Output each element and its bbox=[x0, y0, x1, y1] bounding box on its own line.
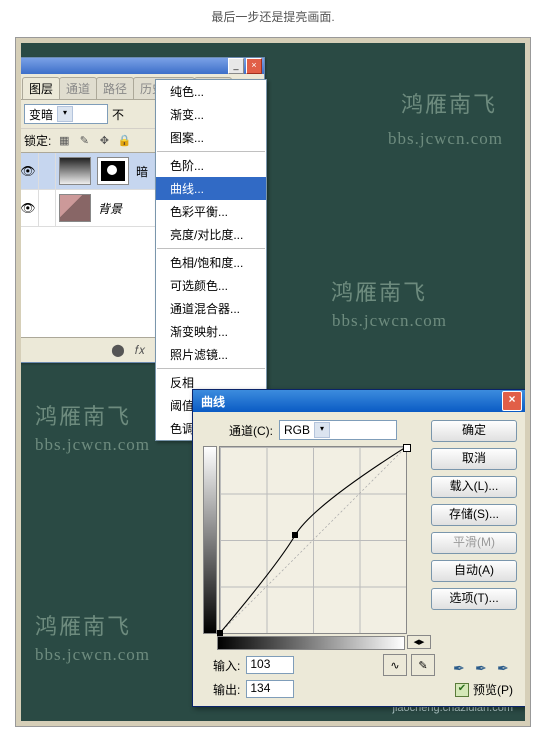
layer-thumb bbox=[59, 194, 91, 222]
pencil-tool-icon[interactable]: ✎ bbox=[411, 654, 435, 676]
white-dropper-icon[interactable]: ✒ bbox=[497, 660, 513, 676]
curve-tool-icon[interactable]: ∿ bbox=[383, 654, 407, 676]
layer-name[interactable]: 暗 bbox=[136, 163, 148, 180]
input-gradient bbox=[217, 636, 405, 650]
layer-mask-thumb bbox=[97, 157, 129, 185]
options-button[interactable]: 选项(T)... bbox=[431, 588, 517, 610]
lock-move-icon[interactable]: ✥ bbox=[97, 134, 111, 148]
close-button[interactable]: × bbox=[246, 58, 262, 74]
dialog-titlebar[interactable]: 曲线 × bbox=[193, 390, 525, 412]
output-label: 输出: bbox=[213, 681, 240, 698]
menu-item-selective[interactable]: 可选颜色... bbox=[156, 274, 266, 297]
menu-item-hue[interactable]: 色相/饱和度... bbox=[156, 251, 266, 274]
watermark-title: 鸿雁南飞 bbox=[35, 399, 131, 431]
visibility-icon[interactable]: 👁 bbox=[21, 153, 39, 189]
menu-item-levels[interactable]: 色阶... bbox=[156, 154, 266, 177]
dialog-title: 曲线 bbox=[201, 393, 225, 410]
save-button[interactable]: 存储(S)... bbox=[431, 504, 517, 526]
lock-all-icon[interactable]: 🔒 bbox=[117, 134, 131, 148]
watermark-url: bbs.jcwcn.com bbox=[35, 435, 150, 455]
chevron-down-icon: ▾ bbox=[314, 422, 330, 438]
menu-item-solid[interactable]: 纯色... bbox=[156, 80, 266, 103]
smooth-button: 平滑(M) bbox=[431, 532, 517, 554]
curve-point[interactable] bbox=[403, 444, 411, 452]
menu-item-brightness[interactable]: 亮度/对比度... bbox=[156, 223, 266, 246]
close-button[interactable]: × bbox=[502, 391, 522, 411]
panel-titlebar[interactable]: _ × bbox=[21, 58, 264, 74]
lock-brush-icon[interactable]: ✎ bbox=[77, 134, 91, 148]
opacity-label: 不 bbox=[112, 106, 124, 123]
tab-layers[interactable]: 图层 bbox=[22, 77, 60, 99]
fx-icon[interactable]: 𝑓𝑥 bbox=[132, 342, 148, 358]
minimize-button[interactable]: _ bbox=[228, 58, 244, 74]
curve-editor[interactable] bbox=[219, 446, 407, 634]
output-gradient bbox=[203, 446, 217, 634]
preview-checkbox[interactable]: ✔ bbox=[455, 683, 469, 697]
ok-button[interactable]: 确定 bbox=[431, 420, 517, 442]
gradient-flip-button[interactable]: ◀▶ bbox=[407, 635, 431, 649]
input-label: 输入: bbox=[213, 657, 240, 674]
curve-point[interactable] bbox=[292, 532, 298, 538]
menu-item-gradient-map[interactable]: 渐变映射... bbox=[156, 320, 266, 343]
watermark-url: bbs.jcwcn.com bbox=[332, 311, 447, 331]
auto-button[interactable]: 自动(A) bbox=[431, 560, 517, 582]
menu-separator bbox=[157, 368, 265, 369]
layer-name[interactable]: 背景 bbox=[98, 200, 122, 217]
lock-transparency-icon[interactable]: ▦ bbox=[57, 134, 71, 148]
menu-item-gradient[interactable]: 渐变... bbox=[156, 103, 266, 126]
menu-item-pattern[interactable]: 图案... bbox=[156, 126, 266, 149]
menu-separator bbox=[157, 248, 265, 249]
preview-label: 预览(P) bbox=[473, 681, 513, 698]
load-button[interactable]: 载入(L)... bbox=[431, 476, 517, 498]
layer-thumb bbox=[59, 157, 91, 185]
page-caption: 最后一步还是提亮画面. bbox=[0, 0, 546, 37]
curves-dialog: 曲线 × 通道(C): RGB ▾ bbox=[192, 389, 525, 707]
watermark-url: bbs.jcwcn.com bbox=[35, 645, 150, 665]
lock-label: 锁定: bbox=[24, 132, 51, 149]
watermark-title: 鸿雁南飞 bbox=[35, 609, 131, 641]
menu-item-color-balance[interactable]: 色彩平衡... bbox=[156, 200, 266, 223]
chevron-down-icon: ▾ bbox=[57, 106, 73, 122]
gray-dropper-icon[interactable]: ✒ bbox=[475, 660, 491, 676]
menu-item-channel-mixer[interactable]: 通道混合器... bbox=[156, 297, 266, 320]
channel-select[interactable]: RGB ▾ bbox=[279, 420, 397, 440]
image-frame: 鸿雁南飞 bbs.jcwcn.com 鸿雁南飞 bbs.jcwcn.com 鸿雁… bbox=[15, 37, 531, 727]
editor-canvas: 鸿雁南飞 bbs.jcwcn.com 鸿雁南飞 bbs.jcwcn.com 鸿雁… bbox=[21, 43, 525, 721]
link-icon[interactable]: ⬤ bbox=[110, 342, 126, 358]
input-value-field[interactable]: 103 bbox=[246, 656, 294, 674]
black-dropper-icon[interactable]: ✒ bbox=[453, 660, 469, 676]
channel-label: 通道(C): bbox=[229, 422, 273, 439]
tab-channels[interactable]: 通道 bbox=[59, 77, 97, 99]
watermark-url: bbs.jcwcn.com bbox=[388, 129, 503, 149]
tab-paths[interactable]: 路径 bbox=[96, 77, 134, 99]
blend-mode-select[interactable]: 变暗 ▾ bbox=[24, 104, 108, 124]
watermark-title: 鸿雁南飞 bbox=[331, 275, 427, 307]
adjustment-dropdown: 纯色... 渐变... 图案... 色阶... 曲线... 色彩平衡... 亮度… bbox=[155, 79, 267, 441]
menu-separator bbox=[157, 151, 265, 152]
watermark-title: 鸿雁南飞 bbox=[401, 87, 497, 119]
cancel-button[interactable]: 取消 bbox=[431, 448, 517, 470]
output-value-field[interactable]: 134 bbox=[246, 680, 294, 698]
curve-point[interactable] bbox=[217, 630, 223, 636]
menu-item-curves[interactable]: 曲线... bbox=[156, 177, 266, 200]
menu-item-photo-filter[interactable]: 照片滤镜... bbox=[156, 343, 266, 366]
visibility-icon[interactable]: 👁 bbox=[21, 190, 39, 226]
